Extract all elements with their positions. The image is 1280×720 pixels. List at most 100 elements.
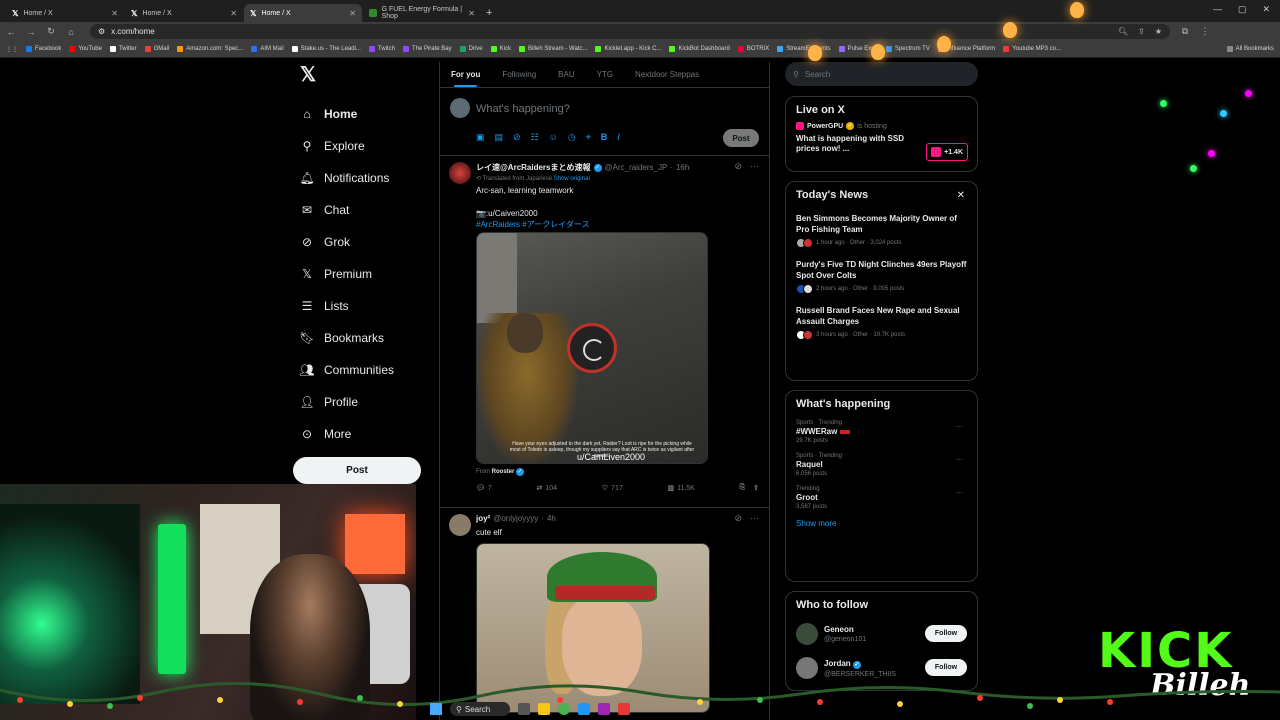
chrome-icon[interactable] <box>558 703 570 715</box>
browser-tab[interactable]: 𝕏 Home / X ✕ <box>6 4 124 22</box>
nav-communities[interactable]: 👥︎ Communities <box>290 354 430 386</box>
tab-following[interactable]: Following <box>491 62 547 87</box>
windows-start-icon[interactable] <box>430 703 442 715</box>
app-icon[interactable] <box>578 703 590 715</box>
more-icon[interactable]: ··· <box>955 422 963 431</box>
search-input[interactable]: ⚲ Search <box>785 62 978 86</box>
views-button[interactable]: ▥ 11.5K <box>667 484 694 493</box>
share-icon[interactable]: ⇪ <box>753 484 759 492</box>
apps-icon[interactable]: ⋮⋮ <box>6 46 18 53</box>
x-logo-icon[interactable]: 𝕏 <box>300 62 430 86</box>
follow-button[interactable]: Follow <box>925 659 967 676</box>
tab-ytg[interactable]: YTG <box>586 62 624 87</box>
tweet-video[interactable]: Have your eyes adjusted to the dark yet,… <box>476 232 708 464</box>
author-name[interactable]: joy² <box>476 514 490 523</box>
task-view-icon[interactable] <box>518 703 530 715</box>
bookmark-item[interactable]: The Pirate Bay <box>402 46 452 52</box>
post-button[interactable]: Post <box>293 457 421 484</box>
share-icon[interactable]: ⇪ <box>1138 27 1145 36</box>
reload-icon[interactable]: ↻ <box>46 26 56 37</box>
bookmark-item[interactable]: StreamElements <box>777 46 831 52</box>
bookmark-item[interactable]: Youtube MP3 co... <box>1003 46 1061 52</box>
nav-notifications[interactable]: 🔔︎ Notifications <box>290 162 430 194</box>
bookmark-item[interactable]: Kicklet.app - Kick C... <box>595 46 661 52</box>
nav-chat[interactable]: ✉ Chat <box>290 194 430 226</box>
bookmark-item[interactable]: KickBot Dashboard <box>669 46 730 52</box>
tab-nextdoor-steppas[interactable]: Nextdoor Steppas <box>624 62 710 87</box>
tweet-time[interactable]: 16h <box>676 163 689 172</box>
close-icon[interactable]: ✕ <box>957 190 965 201</box>
grok-icon[interactable]: ⊘ <box>734 161 742 172</box>
bold-icon[interactable]: B <box>601 132 608 143</box>
maximize-icon[interactable]: ▢ <box>1238 4 1247 15</box>
hashtags[interactable]: #ArcRaiders #アークレイダース <box>476 219 590 230</box>
italic-icon[interactable]: I <box>617 132 620 143</box>
close-tab-icon[interactable]: ✕ <box>111 9 118 18</box>
more-icon[interactable]: ··· <box>750 161 759 172</box>
source-account[interactable]: Rooster <box>492 469 515 475</box>
author-handle[interactable]: @onlyjoyyyy <box>493 514 538 523</box>
trend-item[interactable]: Sports · Trending #WWERaw 29.7K posts ··… <box>796 420 967 444</box>
tweet-time[interactable]: 4h <box>547 514 556 523</box>
follow-button[interactable]: Follow <box>925 625 967 642</box>
nav-profile[interactable]: 👤︎ Profile <box>290 386 430 418</box>
close-tab-icon[interactable]: ✕ <box>468 9 475 18</box>
taskbar-search[interactable]: ⚲ Search <box>450 702 510 716</box>
minimize-icon[interactable]: — <box>1213 4 1222 15</box>
site-info-icon[interactable]: ⚙ <box>98 27 105 36</box>
new-tab-icon[interactable]: + <box>486 7 492 19</box>
tab-bau[interactable]: BAU <box>547 62 585 87</box>
trend-item[interactable]: Sports · Trending Raquel 6,056 posts ··· <box>796 453 967 477</box>
nav-grok[interactable]: ⊘ Grok <box>290 226 430 258</box>
news-item[interactable]: Purdy's Five TD Night Clinches 49ers Pla… <box>796 259 967 294</box>
tab-for-you[interactable]: For you <box>440 62 491 87</box>
location-icon[interactable]: ⌖ <box>586 132 591 143</box>
bookmark-item[interactable]: YouTube <box>69 46 102 52</box>
close-tab-icon[interactable]: ✕ <box>230 9 237 18</box>
nav-explore[interactable]: ⚲ Explore <box>290 130 430 162</box>
menu-icon[interactable]: ⋮ <box>1200 26 1210 37</box>
bookmark-item[interactable]: Twitch <box>368 46 395 52</box>
schedule-icon[interactable]: ◷ <box>568 132 576 143</box>
trend-item[interactable]: Trending Groot 3,587 posts ··· <box>796 486 967 510</box>
author-handle[interactable]: @Arc_raiders_JP <box>605 163 668 172</box>
browser-tab[interactable]: G FUEL Energy Formula | Shop ✕ <box>363 4 481 22</box>
file-explorer-icon[interactable] <box>538 703 550 715</box>
poll-icon[interactable]: ☷ <box>531 132 539 143</box>
avatar[interactable] <box>449 162 471 184</box>
show-original-link[interactable]: Show original <box>554 176 590 182</box>
avatar[interactable] <box>796 657 818 679</box>
close-tab-icon[interactable]: ✕ <box>349 9 356 18</box>
news-item[interactable]: Ben Simmons Becomes Majority Owner of Pr… <box>796 213 967 248</box>
reply-button[interactable]: 💬︎ 7 <box>476 484 492 493</box>
bookmark-item[interactable]: GMail <box>144 46 169 52</box>
image-icon[interactable]: ▣ <box>476 132 485 143</box>
repost-button[interactable]: ⇄ 104 <box>537 484 558 493</box>
more-icon[interactable]: ··· <box>750 513 759 524</box>
news-item[interactable]: Russell Brand Faces New Rape and Sexual … <box>796 305 967 340</box>
show-more-link[interactable]: Show more <box>796 519 967 528</box>
browser-tab[interactable]: 𝕏 Home / X ✕ <box>125 4 243 22</box>
nav-more[interactable]: ⊙ More <box>290 418 430 450</box>
tweet[interactable]: レイ速@ArcRaidersまとめ速報 ✓ @Arc_raiders_JP · … <box>440 156 769 508</box>
bookmark-item[interactable]: Billeh Stream - Watc... <box>518 46 587 52</box>
composer-input[interactable]: What's happening? <box>476 103 570 115</box>
close-window-icon[interactable]: ✕ <box>1262 4 1270 15</box>
app-icon[interactable] <box>598 703 610 715</box>
avatar[interactable] <box>796 623 818 645</box>
bookmark-item[interactable]: BOTRIX <box>737 46 769 52</box>
nav-home[interactable]: ⌂ Home <box>290 98 430 130</box>
live-host[interactable]: PowerGPU ✓ is hosting <box>796 122 967 130</box>
bookmark-item[interactable]: Amazon.com: Spec... <box>177 46 243 52</box>
composer-post-button[interactable]: Post <box>723 129 759 147</box>
forward-icon[interactable]: → <box>26 27 36 37</box>
bookmark-item[interactable]: Drive <box>459 46 483 52</box>
nav-bookmarks[interactable]: 🔖︎ Bookmarks <box>290 322 430 354</box>
browser-tab-active[interactable]: 𝕏 Home / X ✕ <box>244 4 362 22</box>
avatar[interactable] <box>450 98 470 118</box>
bookmark-item[interactable]: Spectrum TV <box>885 46 930 52</box>
avatar[interactable] <box>449 514 471 536</box>
bookmark-item[interactable]: AIM Mail <box>251 46 284 52</box>
grok-icon[interactable]: ⊘ <box>734 513 742 524</box>
more-icon[interactable]: ··· <box>955 455 963 464</box>
